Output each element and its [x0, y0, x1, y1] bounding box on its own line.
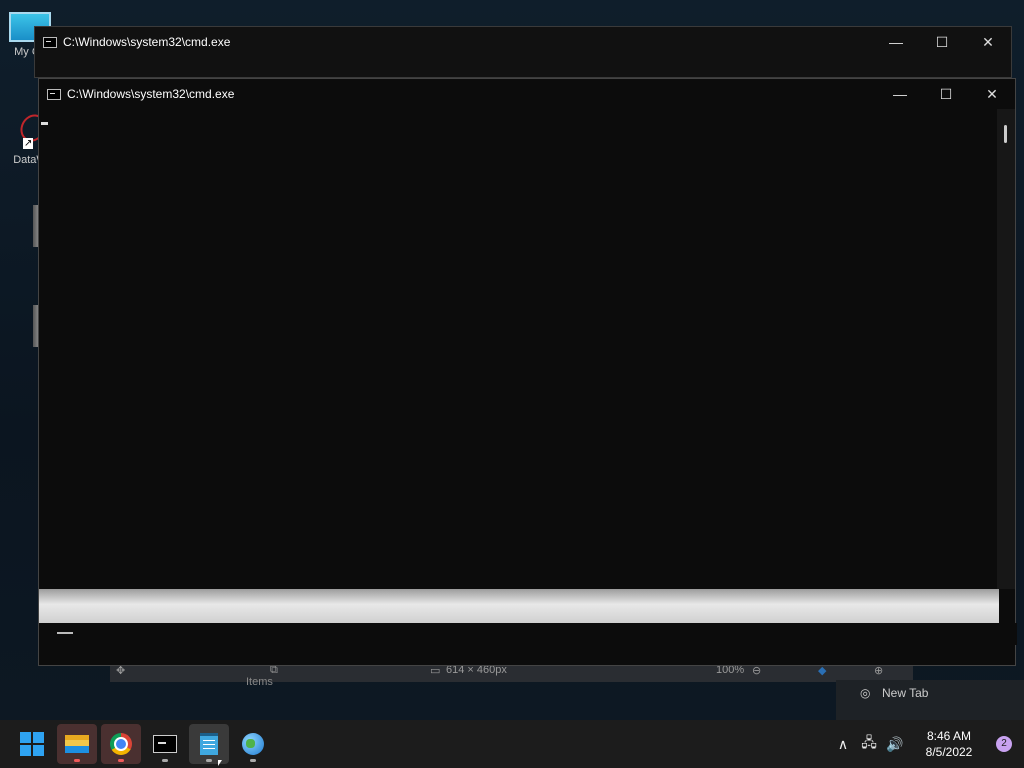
items-label: Items — [246, 676, 273, 688]
minimize-button[interactable]: — — [873, 27, 919, 57]
tab-label: New Tab — [882, 686, 929, 700]
globe-icon — [242, 733, 264, 755]
cmd-icon — [47, 88, 61, 100]
maximize-button[interactable]: ☐ — [923, 79, 969, 109]
clock-time: 8:46 AM — [926, 729, 972, 743]
taskbar-globe-app[interactable] — [233, 724, 273, 764]
volume-icon[interactable]: 🔊 — [882, 732, 908, 756]
running-indicator — [74, 759, 80, 762]
window-background-band — [39, 589, 999, 623]
running-indicator — [118, 759, 124, 762]
background-app-items: Items — [232, 676, 832, 694]
clock[interactable]: 8:46 AM 8/5/2022 — [912, 728, 986, 760]
system-tray: ∧ 🖧 🔊 8:46 AM 8/5/2022 2 — [830, 720, 1024, 768]
window-titlebar[interactable]: C:\Windows\system32\cmd.exe — ☐ ✕ — [35, 27, 1011, 57]
scrollbar-thumb[interactable] — [1004, 125, 1007, 143]
mouse-pointer-icon — [218, 760, 222, 766]
taskbar-notepad[interactable] — [189, 724, 229, 764]
close-button[interactable]: ✕ — [969, 79, 1015, 109]
windows-logo-icon — [20, 732, 44, 756]
text-cursor — [41, 122, 48, 125]
terminal-icon — [153, 735, 177, 753]
dash-icon — [57, 632, 73, 634]
taskbar-chrome[interactable] — [101, 724, 141, 764]
cmd-icon — [43, 36, 57, 48]
running-indicator — [250, 759, 256, 762]
window-title: C:\Windows\system32\cmd.exe — [67, 87, 235, 101]
minimize-button[interactable]: — — [877, 79, 923, 109]
taskbar-cmd[interactable] — [145, 724, 185, 764]
network-icon[interactable]: 🖧 — [856, 732, 882, 756]
taskbar-file-explorer[interactable] — [57, 724, 97, 764]
notification-badge[interactable]: 2 — [996, 736, 1012, 752]
console-output[interactable] — [39, 109, 999, 589]
background-tab[interactable]: ◎ New Tab — [836, 680, 1024, 720]
window-title: C:\Windows\system32\cmd.exe — [63, 35, 231, 49]
notepad-icon — [200, 733, 218, 755]
cmd-window-front[interactable]: C:\Windows\system32\cmd.exe — ☐ ✕ — [38, 78, 1017, 666]
start-button[interactable] — [12, 724, 52, 764]
window-titlebar[interactable]: C:\Windows\system32\cmd.exe — ☐ ✕ — [39, 79, 1015, 109]
maximize-button[interactable]: ☐ — [919, 27, 965, 57]
chrome-tab-icon: ◎ — [860, 686, 871, 700]
window-footer — [39, 623, 1017, 645]
chevron-up-icon[interactable]: ∧ — [830, 732, 856, 756]
running-indicator — [206, 759, 212, 762]
folder-icon — [65, 735, 89, 753]
taskbar: ∧ 🖧 🔊 8:46 AM 8/5/2022 2 — [0, 720, 1024, 768]
chrome-icon — [110, 733, 132, 755]
clock-date: 8/5/2022 — [925, 745, 973, 759]
close-button[interactable]: ✕ — [965, 27, 1011, 57]
vertical-scrollbar[interactable] — [997, 109, 1015, 589]
running-indicator — [162, 759, 168, 762]
cmd-window-back[interactable]: C:\Windows\system32\cmd.exe — ☐ ✕ — [34, 26, 1012, 78]
